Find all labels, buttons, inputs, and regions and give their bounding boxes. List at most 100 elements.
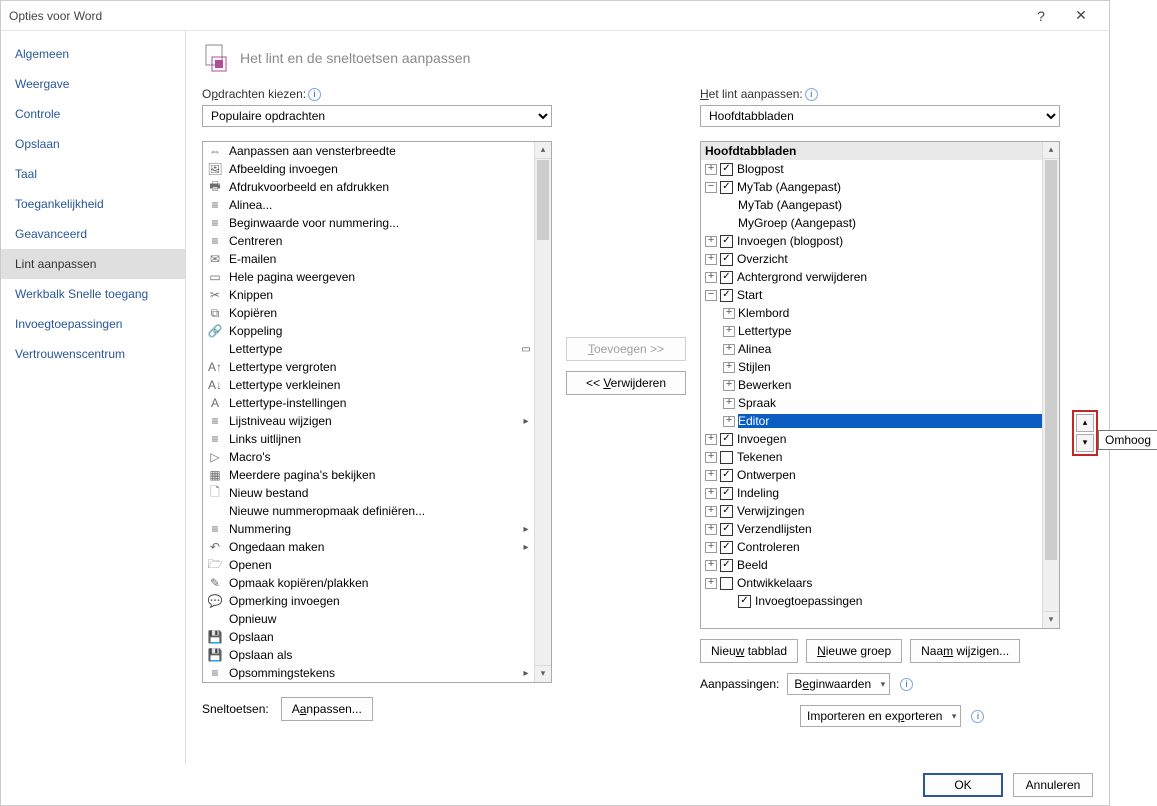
tree-item[interactable]: MyTab (Aangepast) bbox=[701, 196, 1042, 214]
command-item[interactable]: 🖶Afdrukvoorbeeld en afdrukken bbox=[203, 178, 534, 196]
tree-item[interactable]: +Tekenen bbox=[701, 448, 1042, 466]
tree-item[interactable]: +Stijlen bbox=[701, 358, 1042, 376]
command-item[interactable]: ✂Knippen bbox=[203, 286, 534, 304]
scroll-up-icon[interactable]: ▴ bbox=[1043, 142, 1059, 159]
command-item[interactable]: 🗋Nieuw bestand bbox=[203, 484, 534, 502]
expand-toggle[interactable]: − bbox=[705, 290, 717, 301]
scroll-thumb[interactable] bbox=[1045, 160, 1057, 560]
command-item[interactable]: 💾Opslaan als bbox=[203, 646, 534, 664]
move-down-button[interactable]: ▾ bbox=[1076, 434, 1094, 452]
sidebar-item[interactable]: Algemeen bbox=[1, 39, 185, 69]
tree-item[interactable]: +Spraak bbox=[701, 394, 1042, 412]
expand-toggle[interactable]: + bbox=[705, 542, 717, 553]
tree-scrollbar[interactable]: ▴ ▾ bbox=[1042, 142, 1059, 628]
expand-toggle[interactable]: + bbox=[705, 560, 717, 571]
command-item[interactable]: ✉E-mailen bbox=[203, 250, 534, 268]
expand-toggle[interactable]: + bbox=[705, 254, 717, 265]
command-item[interactable]: ALettertype-instellingen bbox=[203, 394, 534, 412]
tree-item[interactable]: +✓Invoegen (blogpost) bbox=[701, 232, 1042, 250]
command-item[interactable]: Opnieuw bbox=[203, 610, 534, 628]
ribbon-scope-dropdown[interactable]: Hoofdtabbladen bbox=[700, 105, 1060, 127]
expand-toggle[interactable]: + bbox=[705, 272, 717, 283]
tree-item[interactable]: +✓Beeld bbox=[701, 556, 1042, 574]
add-button[interactable]: Toevoegen >> bbox=[566, 337, 686, 361]
tree-checkbox[interactable]: ✓ bbox=[720, 505, 733, 518]
command-item[interactable]: 🖼Afbeelding invoegen bbox=[203, 160, 534, 178]
tree-item[interactable]: +Alinea bbox=[701, 340, 1042, 358]
tree-checkbox[interactable]: ✓ bbox=[720, 541, 733, 554]
tree-item[interactable]: +Editor bbox=[701, 412, 1042, 430]
command-item[interactable]: Lettertype▭ bbox=[203, 340, 534, 358]
tree-item[interactable]: +✓Overzicht bbox=[701, 250, 1042, 268]
ribbon-tree[interactable]: Hoofdtabbladen +✓Blogpost−✓MyTab (Aangep… bbox=[700, 141, 1060, 629]
sidebar-item[interactable]: Toegankelijkheid bbox=[1, 189, 185, 219]
command-item[interactable]: ≡Centreren bbox=[203, 232, 534, 250]
expand-toggle[interactable]: + bbox=[705, 524, 717, 535]
tree-checkbox[interactable]: ✓ bbox=[720, 433, 733, 446]
tree-checkbox[interactable]: ✓ bbox=[738, 595, 751, 608]
scroll-down-icon[interactable]: ▾ bbox=[535, 665, 551, 682]
tree-item[interactable]: +✓Verwijzingen bbox=[701, 502, 1042, 520]
remove-button[interactable]: << Verwijderen bbox=[566, 371, 686, 395]
expand-toggle[interactable]: + bbox=[723, 308, 735, 319]
info-icon[interactable]: i bbox=[900, 678, 913, 691]
expand-toggle[interactable]: + bbox=[723, 380, 735, 391]
expand-toggle[interactable]: + bbox=[723, 362, 735, 373]
expand-toggle[interactable]: + bbox=[705, 470, 717, 481]
sidebar-item[interactable]: Invoegtoepassingen bbox=[1, 309, 185, 339]
tree-checkbox[interactable]: ✓ bbox=[720, 289, 733, 302]
expand-toggle[interactable]: + bbox=[723, 326, 735, 337]
tree-item[interactable]: +✓Ontwerpen bbox=[701, 466, 1042, 484]
sidebar-item[interactable]: Controle bbox=[1, 99, 185, 129]
command-item[interactable]: Nieuwe nummeropmaak definiëren... bbox=[203, 502, 534, 520]
sidebar-item[interactable]: Geavanceerd bbox=[1, 219, 185, 249]
expand-toggle[interactable]: + bbox=[723, 398, 735, 409]
expand-toggle[interactable]: + bbox=[705, 236, 717, 247]
command-item[interactable]: ▷Macro's bbox=[203, 448, 534, 466]
expand-toggle[interactable]: + bbox=[705, 488, 717, 499]
close-button[interactable]: ✕ bbox=[1061, 7, 1101, 24]
reset-dropdown[interactable]: Beginwaarden bbox=[787, 673, 890, 695]
expand-toggle[interactable]: + bbox=[705, 452, 717, 463]
command-item[interactable]: ≡Beginwaarde voor nummering... bbox=[203, 214, 534, 232]
expand-toggle[interactable]: − bbox=[705, 182, 717, 193]
tree-checkbox[interactable]: ✓ bbox=[720, 559, 733, 572]
tree-checkbox[interactable]: ✓ bbox=[720, 469, 733, 482]
sidebar-item[interactable]: Vertrouwenscentrum bbox=[1, 339, 185, 369]
tree-checkbox[interactable]: ✓ bbox=[720, 235, 733, 248]
command-item[interactable]: ✎Opmaak kopiëren/plakken bbox=[203, 574, 534, 592]
tree-checkbox[interactable]: ✓ bbox=[720, 271, 733, 284]
tree-item[interactable]: +✓Verzendlijsten bbox=[701, 520, 1042, 538]
tree-checkbox[interactable]: ✓ bbox=[720, 181, 733, 194]
tree-item[interactable]: ✓Invoegtoepassingen bbox=[701, 592, 1042, 610]
rename-button[interactable]: Naam wijzigen... bbox=[910, 639, 1020, 663]
tree-checkbox[interactable]: ✓ bbox=[720, 487, 733, 500]
tree-item[interactable]: +✓Controleren bbox=[701, 538, 1042, 556]
command-item[interactable]: 💾Opslaan bbox=[203, 628, 534, 646]
import-export-dropdown[interactable]: Importeren en exporteren bbox=[800, 705, 961, 727]
info-icon[interactable]: i bbox=[971, 710, 984, 723]
tree-item[interactable]: MyGroep (Aangepast) bbox=[701, 214, 1042, 232]
tree-item[interactable]: +Lettertype bbox=[701, 322, 1042, 340]
commands-scrollbar[interactable]: ▴ ▾ bbox=[534, 142, 551, 682]
command-item[interactable]: ↶Ongedaan maken▸ bbox=[203, 538, 534, 556]
command-item[interactable]: ⧉Kopiëren bbox=[203, 304, 534, 322]
expand-toggle[interactable]: + bbox=[705, 506, 717, 517]
command-item[interactable]: 💬Opmerking invoegen bbox=[203, 592, 534, 610]
customize-shortcuts-button[interactable]: Aanpassen... bbox=[281, 697, 373, 721]
command-item[interactable]: ▭Hele pagina weergeven bbox=[203, 268, 534, 286]
tree-checkbox[interactable]: ✓ bbox=[720, 523, 733, 536]
command-item[interactable]: 🔗Koppeling bbox=[203, 322, 534, 340]
tree-checkbox[interactable] bbox=[720, 577, 733, 590]
tree-checkbox[interactable]: ✓ bbox=[720, 253, 733, 266]
command-item[interactable]: ≡Lijstniveau wijzigen▸ bbox=[203, 412, 534, 430]
expand-toggle[interactable]: + bbox=[723, 416, 735, 427]
expand-toggle[interactable]: + bbox=[705, 164, 717, 175]
new-tab-button[interactable]: Nieuw tabblad bbox=[700, 639, 798, 663]
scroll-up-icon[interactable]: ▴ bbox=[535, 142, 551, 159]
tree-checkbox[interactable] bbox=[720, 451, 733, 464]
sidebar-item[interactable]: Werkbalk Snelle toegang bbox=[1, 279, 185, 309]
scroll-thumb[interactable] bbox=[537, 160, 549, 240]
tree-item[interactable]: −✓Start bbox=[701, 286, 1042, 304]
tree-item[interactable]: +✓Achtergrond verwijderen bbox=[701, 268, 1042, 286]
